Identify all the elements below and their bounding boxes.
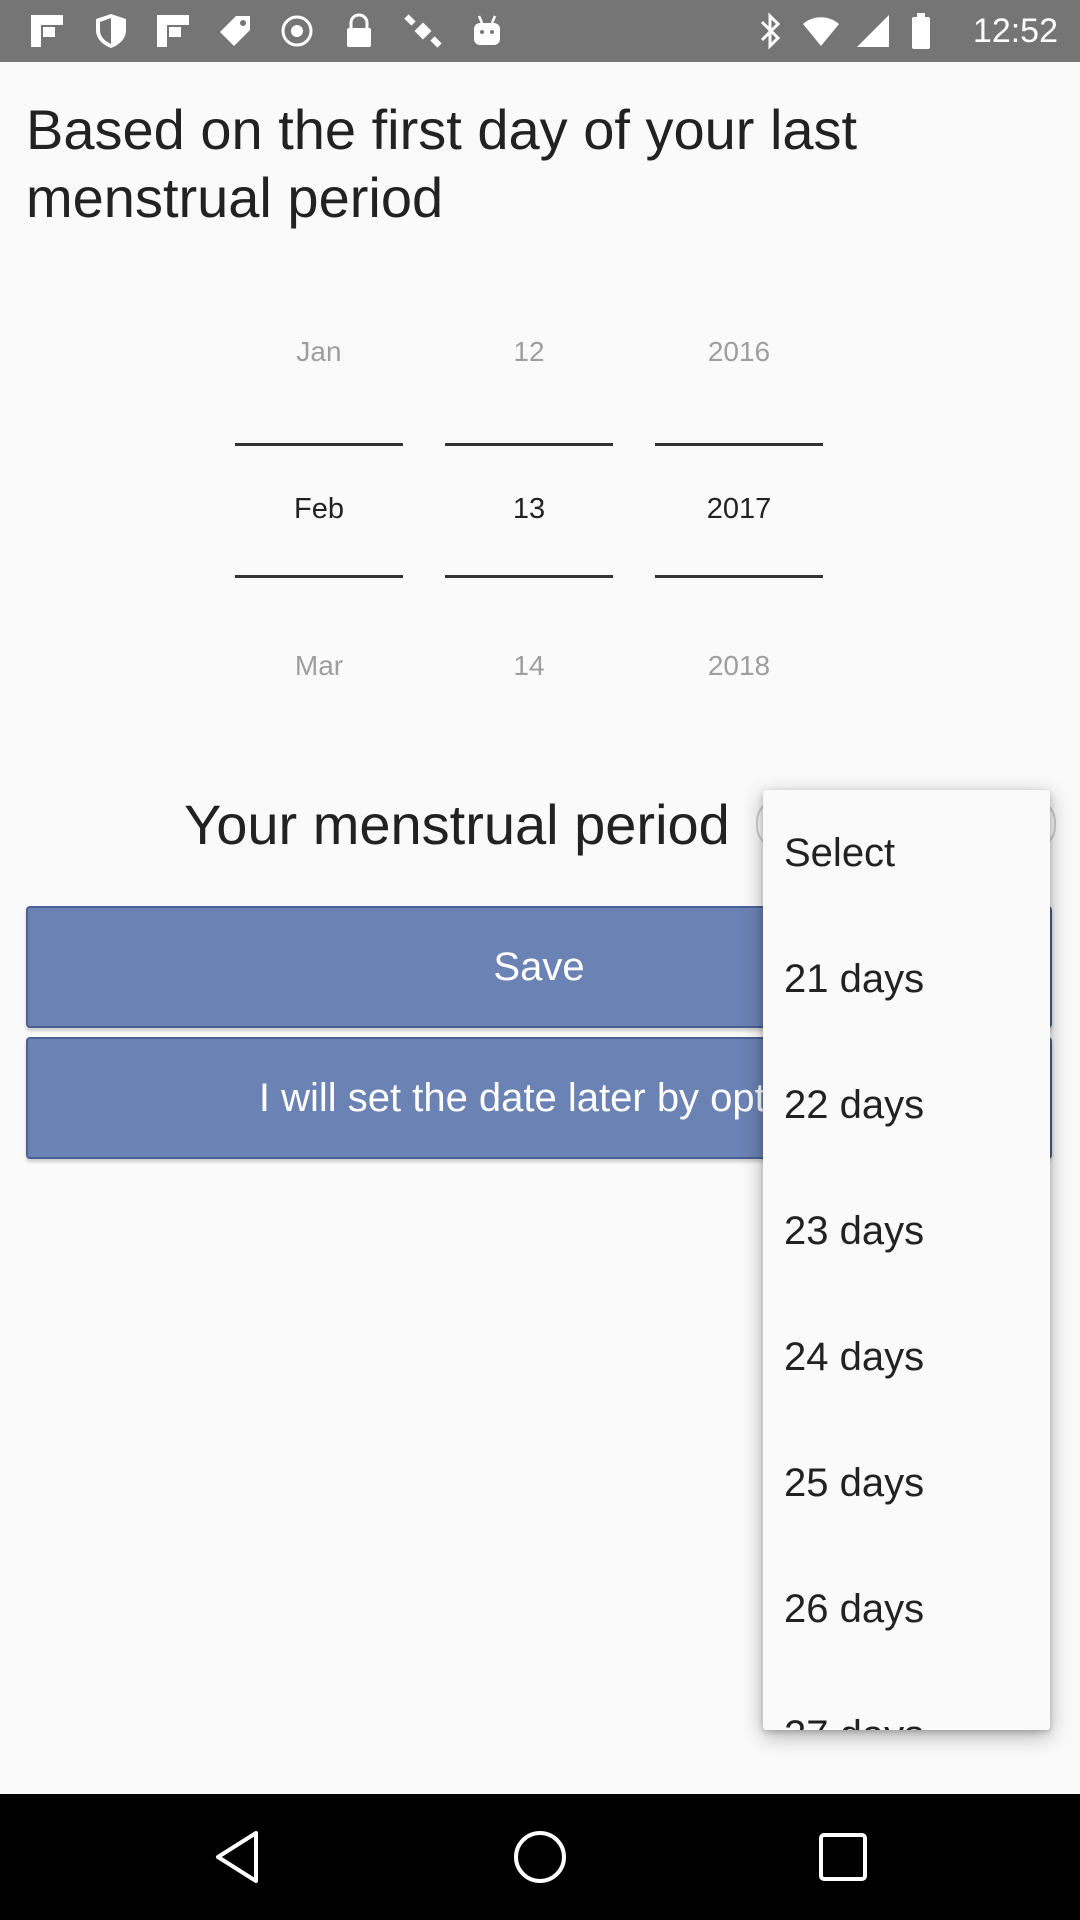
navigation-bar: [0, 1794, 1080, 1920]
month-prev[interactable]: Jan: [235, 336, 403, 368]
period-length-label: Your menstrual period: [184, 793, 730, 856]
day-prev[interactable]: 12: [445, 336, 613, 368]
period-length-dropdown[interactable]: Select 21 days 22 days 23 days 24 days 2…: [763, 790, 1050, 1730]
month-picker[interactable]: Jan Feb Mar: [235, 310, 403, 710]
status-bar: 12:52: [0, 0, 1080, 62]
circle-icon: [276, 10, 318, 52]
picker-divider: [235, 575, 403, 578]
dropdown-option-select[interactable]: Select: [763, 790, 1050, 916]
dropdown-option[interactable]: 21 days: [763, 916, 1050, 1042]
picker-divider: [445, 443, 613, 446]
picker-divider: [235, 443, 403, 446]
dropdown-option[interactable]: 23 days: [763, 1168, 1050, 1294]
bluetooth-icon: [750, 10, 792, 52]
satellite-icon: [402, 10, 444, 52]
flipboard-icon: [152, 10, 194, 52]
year-picker[interactable]: 2016 2017 2018: [655, 310, 823, 710]
dropdown-option[interactable]: 27 days: [763, 1672, 1050, 1731]
page-title: Based on the first day of your last mens…: [26, 98, 858, 229]
picker-divider: [445, 575, 613, 578]
day-selected[interactable]: 13: [445, 493, 613, 526]
day-picker[interactable]: 12 13 14: [445, 310, 613, 710]
year-next[interactable]: 2018: [655, 650, 823, 682]
dropdown-option[interactable]: 26 days: [763, 1546, 1050, 1672]
picker-divider: [655, 443, 823, 446]
tag-icon: [214, 10, 256, 52]
day-next[interactable]: 14: [445, 650, 613, 682]
dropdown-option[interactable]: 25 days: [763, 1420, 1050, 1546]
back-icon[interactable]: [207, 1827, 267, 1887]
dropdown-option[interactable]: 24 days: [763, 1294, 1050, 1420]
lock-icon: [338, 10, 380, 52]
shield-icon: [90, 10, 132, 52]
month-selected[interactable]: Feb: [235, 493, 403, 526]
android-icon: [466, 10, 508, 52]
month-next[interactable]: Mar: [235, 650, 403, 682]
battery-icon: [900, 10, 942, 52]
recents-icon[interactable]: [813, 1827, 873, 1887]
status-time: 12:52: [972, 12, 1058, 50]
flipboard-icon: [26, 10, 68, 52]
home-icon[interactable]: [510, 1827, 570, 1887]
year-selected[interactable]: 2017: [655, 493, 823, 526]
dropdown-option[interactable]: 22 days: [763, 1042, 1050, 1168]
signal-icon: [852, 10, 894, 52]
picker-divider: [655, 575, 823, 578]
wifi-icon: [800, 10, 842, 52]
year-prev[interactable]: 2016: [655, 336, 823, 368]
